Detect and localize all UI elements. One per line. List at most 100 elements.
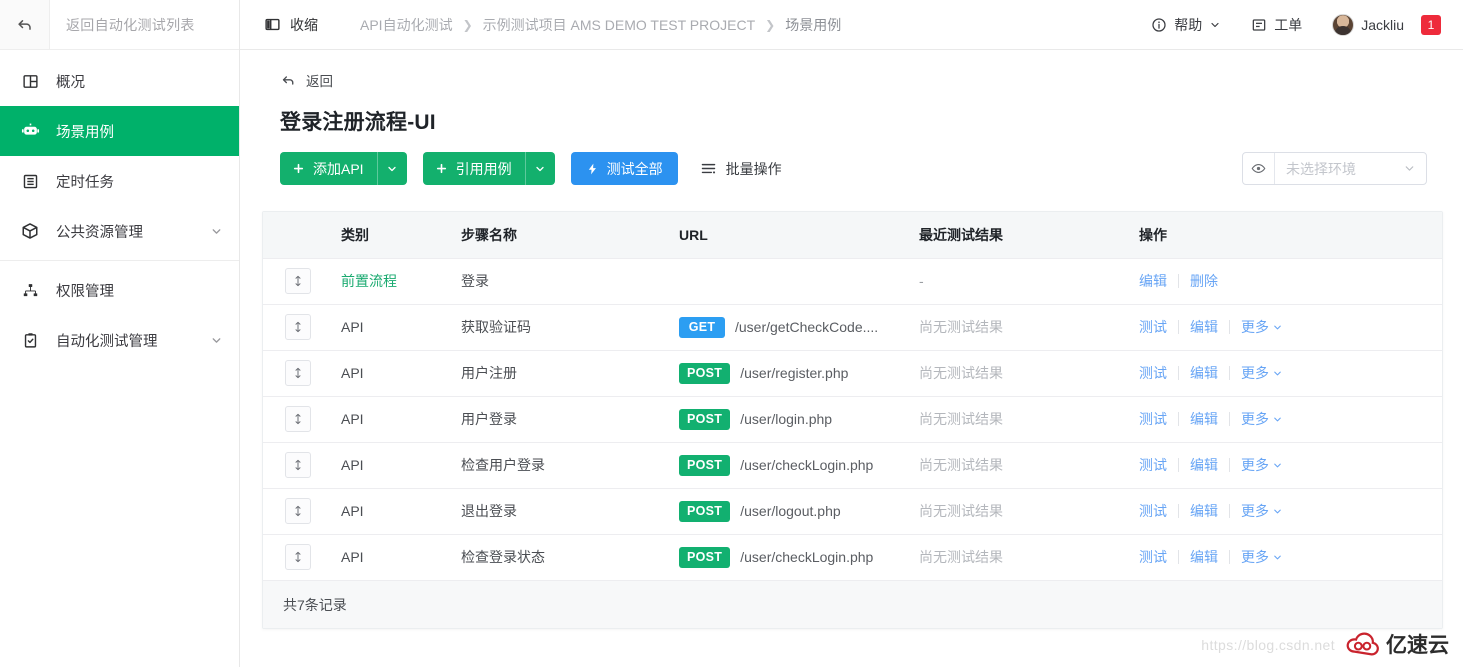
sidebar-item-public-resources[interactable]: 公共资源管理 <box>0 206 239 256</box>
row-latest-result-cell: 尚无测试结果 <box>919 487 1139 534</box>
operation-link[interactable]: 编辑 <box>1190 547 1218 567</box>
drag-updown-icon[interactable] <box>285 452 311 478</box>
operation-link[interactable]: 编辑 <box>1190 363 1218 383</box>
operation-more-label: 更多 <box>1241 549 1269 566</box>
breadcrumb-separator: ❯ <box>765 17 776 32</box>
batch-operation-label: 批量操作 <box>725 160 782 177</box>
quote-case-split-button[interactable]: 引用用例 <box>422 152 555 185</box>
environment-select[interactable]: 未选择环境 <box>1242 152 1427 185</box>
operation-link[interactable]: 测试 <box>1139 455 1167 475</box>
row-url-cell: POST/user/checkLogin.php <box>679 441 919 488</box>
batch-operation-button[interactable]: 批量操作 <box>700 159 782 179</box>
add-api-dropdown-toggle[interactable] <box>376 152 407 185</box>
drag-updown-icon[interactable] <box>285 360 311 386</box>
row-operations: 测试 编辑 更多 <box>1139 363 1442 383</box>
operation-more-dropdown[interactable]: 更多 <box>1241 547 1283 567</box>
user-name: Jackliu <box>1361 16 1404 33</box>
user-menu[interactable]: Jackliu 1 <box>1332 13 1441 36</box>
add-api-label: 添加API <box>313 160 364 177</box>
row-operations: 测试 编辑 更多 <box>1139 501 1442 521</box>
sidebar-item-permissions[interactable]: 权限管理 <box>0 265 239 315</box>
arrow-return-icon <box>280 72 297 89</box>
operation-link[interactable]: 编辑 <box>1190 317 1218 337</box>
operation-divider <box>1229 366 1230 380</box>
drag-updown-icon[interactable] <box>285 314 311 340</box>
drag-updown-icon[interactable] <box>285 268 311 294</box>
row-latest-result-cell: 尚无测试结果 <box>919 533 1139 580</box>
chevron-down-icon[interactable] <box>210 225 223 238</box>
operation-link[interactable]: 测试 <box>1139 363 1167 383</box>
operation-link[interactable]: 编辑 <box>1139 271 1167 291</box>
row-latest-result: 尚无测试结果 <box>919 549 1003 566</box>
drag-updown-icon[interactable] <box>285 498 311 524</box>
clipboard-check-icon <box>18 330 42 350</box>
plus-icon <box>435 162 448 175</box>
column-header-step-name: 步骤名称 <box>461 212 679 258</box>
row-category: API <box>341 365 364 381</box>
page-title: 登录注册流程-UI <box>280 111 436 134</box>
operation-link[interactable]: 编辑 <box>1190 409 1218 429</box>
chevron-down-icon <box>1272 368 1283 379</box>
breadcrumb-item-1[interactable]: API自动化测试 <box>360 15 453 35</box>
row-url: /user/logout.php <box>740 503 841 519</box>
test-all-button[interactable]: 测试全部 <box>570 152 678 185</box>
operation-link[interactable]: 编辑 <box>1190 501 1218 521</box>
sidebar-back-to-list[interactable]: 返回自动化测试列表 <box>0 0 239 50</box>
sidebar-item-overview[interactable]: 概况 <box>0 56 239 106</box>
sidebar-item-scenario-cases[interactable]: 场景用例 <box>0 106 239 156</box>
environment-select-placeholder: 未选择环境 <box>1286 160 1356 177</box>
breadcrumb-item-2[interactable]: 示例测试项目 AMS DEMO TEST PROJECT <box>483 15 756 35</box>
quote-case-dropdown-toggle[interactable] <box>524 152 555 185</box>
operation-more-dropdown[interactable]: 更多 <box>1241 455 1283 475</box>
drag-updown-icon[interactable] <box>285 544 311 571</box>
row-category[interactable]: 前置流程 <box>341 273 397 289</box>
row-category-cell: API <box>341 395 461 442</box>
row-url: /user/getCheckCode.... <box>735 319 879 335</box>
http-method-badge: POST <box>679 362 731 384</box>
operation-more-dropdown[interactable]: 更多 <box>1241 317 1283 337</box>
operation-link[interactable]: 测试 <box>1139 547 1167 567</box>
http-method-badge: POST <box>679 408 731 430</box>
operation-divider <box>1229 320 1230 334</box>
row-latest-result-cell: 尚无测试结果 <box>919 349 1139 396</box>
operation-link[interactable]: 测试 <box>1139 409 1167 429</box>
sidebar-item-scheduled-tasks[interactable]: 定时任务 <box>0 156 239 206</box>
chevron-down-icon[interactable] <box>210 334 223 347</box>
row-url: /user/login.php <box>740 411 833 427</box>
row-latest-result: 尚无测试结果 <box>919 457 1003 473</box>
row-url: /user/checkLogin.php <box>740 549 874 566</box>
help-menu[interactable]: 帮助 <box>1151 15 1221 35</box>
operation-link[interactable]: 测试 <box>1139 501 1167 521</box>
back-button[interactable]: 返回 <box>240 50 1463 90</box>
row-latest-result-cell: 尚无测试结果 <box>919 441 1139 488</box>
quote-case-label: 引用用例 <box>455 160 512 177</box>
operation-link[interactable]: 编辑 <box>1190 455 1218 475</box>
sidebar-item-automation-management[interactable]: 自动化测试管理 <box>0 315 239 365</box>
operation-more-dropdown[interactable]: 更多 <box>1241 501 1283 521</box>
row-drag-handle-cell <box>263 533 341 580</box>
chevron-down-icon <box>1272 552 1283 563</box>
sidebar-menu: 概况 场景用例 定时任务 公共资源管理 权限管理 自动化测试管理 <box>0 50 239 365</box>
drag-updown-icon[interactable] <box>285 406 311 432</box>
row-category-cell: API <box>341 349 461 396</box>
ticket-button[interactable]: 工单 <box>1251 15 1302 35</box>
cloud-logo-icon <box>1346 631 1380 657</box>
app-root: 返回自动化测试列表 概况 场景用例 定时任务 公共资源管理 权限管理 自动化测试… <box>0 0 1463 667</box>
operation-link[interactable]: 测试 <box>1139 317 1167 337</box>
operation-more-dropdown[interactable]: 更多 <box>1241 409 1283 429</box>
plus-icon <box>292 162 305 175</box>
row-operations-cell: 测试 编辑 更多 <box>1139 349 1442 396</box>
operation-link[interactable]: 删除 <box>1190 271 1218 291</box>
table-row: API 检查用户登录 POST/user/checkLogin.php 尚无测试结果测… <box>263 441 1442 488</box>
add-api-button[interactable]: 添加API <box>280 152 407 185</box>
test-all-label: 测试全部 <box>606 160 663 177</box>
operation-more-dropdown[interactable]: 更多 <box>1241 363 1283 383</box>
collapse-sidebar-button[interactable]: 收缩 <box>264 15 318 35</box>
row-category: API <box>341 549 364 566</box>
notification-badge[interactable]: 1 <box>1421 14 1441 35</box>
lightning-icon <box>586 162 599 176</box>
chevron-down-icon[interactable] <box>1403 162 1426 175</box>
quote-case-button[interactable]: 引用用例 <box>422 152 555 185</box>
add-api-split-button[interactable]: 添加API <box>280 152 407 185</box>
row-category-cell: API <box>341 533 461 580</box>
